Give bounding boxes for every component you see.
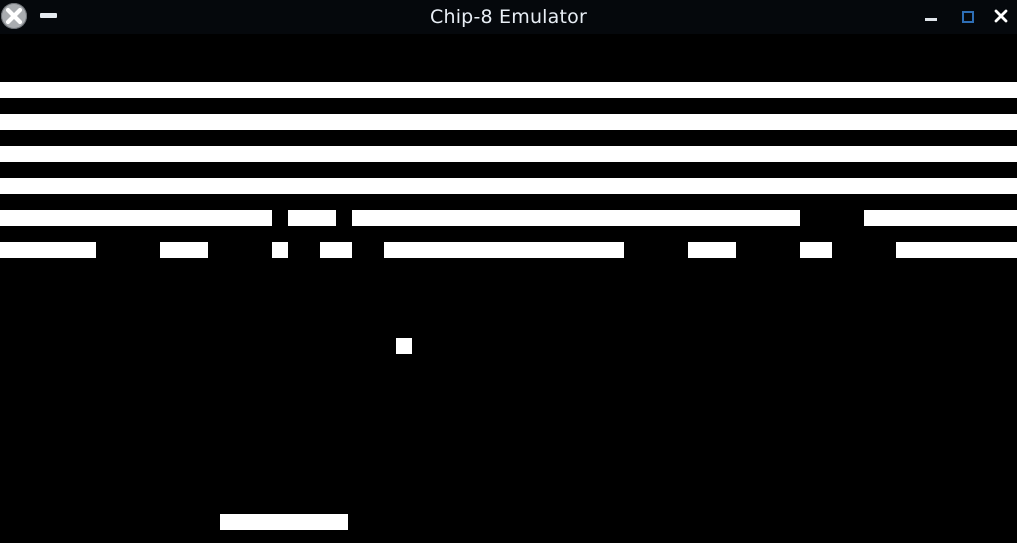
brick bbox=[0, 210, 272, 226]
brick bbox=[688, 242, 736, 258]
titlebar: Chip-8 Emulator bbox=[0, 0, 1017, 34]
paddle bbox=[220, 514, 348, 530]
minimize-icon[interactable] bbox=[40, 13, 57, 18]
brick bbox=[864, 210, 1017, 226]
chip8-display bbox=[0, 34, 1017, 543]
minimize-icon[interactable] bbox=[925, 18, 937, 21]
brick bbox=[0, 178, 1017, 194]
brick bbox=[160, 242, 208, 258]
brick bbox=[896, 242, 1017, 258]
brick bbox=[352, 210, 800, 226]
brick bbox=[320, 242, 352, 258]
brick bbox=[0, 146, 1017, 162]
close-icon[interactable] bbox=[1, 3, 27, 29]
brick bbox=[0, 82, 1017, 98]
brick bbox=[384, 242, 624, 258]
brick bbox=[272, 242, 288, 258]
game-screen bbox=[0, 82, 1017, 530]
maximize-icon[interactable] bbox=[962, 11, 974, 23]
brick bbox=[0, 242, 96, 258]
brick bbox=[800, 242, 832, 258]
brick bbox=[0, 114, 1017, 130]
close-icon[interactable] bbox=[994, 8, 1008, 23]
ball bbox=[396, 338, 412, 354]
emulator-window: Chip-8 Emulator bbox=[0, 0, 1017, 543]
brick bbox=[288, 210, 336, 226]
window-title: Chip-8 Emulator bbox=[430, 6, 587, 28]
